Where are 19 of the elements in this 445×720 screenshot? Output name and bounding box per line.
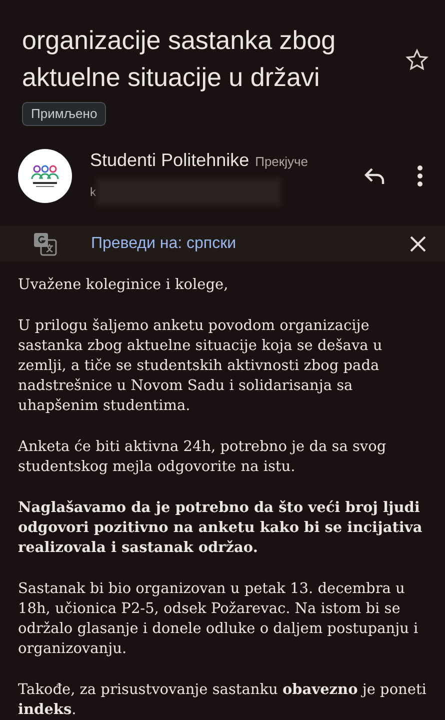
subject-line: aktuelne situacije u državi (22, 61, 321, 94)
body-paragraph: Uvažene koleginice i kolege, (18, 276, 230, 295)
body-paragraph: Anketa će biti aktivna 24h, potrebno je da sa svog studentskog mejla odgovorite na istu. (18, 438, 388, 477)
sender-name: Studenti Politehnike (90, 148, 250, 172)
people-logo-icon (30, 164, 60, 188)
label-chip[interactable]: Примљено (22, 102, 106, 126)
more-icon[interactable] (417, 165, 423, 187)
star-icon[interactable] (405, 48, 429, 72)
subject-line: organizacije sastanka zbog (22, 24, 337, 57)
body-paragraph: Sastanak bi bio organizovan u petak 13. decembra u 18h, učionica P2-5, odsek Požarevac. Na istom bi se održalo glasanje i donele odluke o daljem postupanju i organizovanju. (18, 580, 420, 659)
recipient-text: k (90, 184, 96, 200)
body-paragraph: U prilogu šaljemo anketu povodom organizacije sastanka zbog aktuelne situacije koja se dešava u zemlji, a tiče se studentskih aktivnosti zbog pada nadstrešnice u Novom Sadu i solidarisanja sa uhapšenim studentima. (18, 317, 384, 416)
translate-link[interactable]: Преведи на: српски (91, 232, 409, 256)
translate-icon[interactable] (33, 232, 57, 256)
sent-time: Прекјуче (255, 152, 308, 171)
body-paragraph: Takođe, za prisustvovanje sastanku obavezno je poneti indeks. (18, 680, 428, 720)
reply-icon[interactable] (363, 166, 387, 186)
body-paragraph: Naglašavamo da je potrebno da što veći broj ljudi odgovori pozitivno na anketu kako bi se incijativa realizovala i sastanak održao. (18, 498, 424, 558)
close-icon[interactable] (409, 234, 427, 252)
